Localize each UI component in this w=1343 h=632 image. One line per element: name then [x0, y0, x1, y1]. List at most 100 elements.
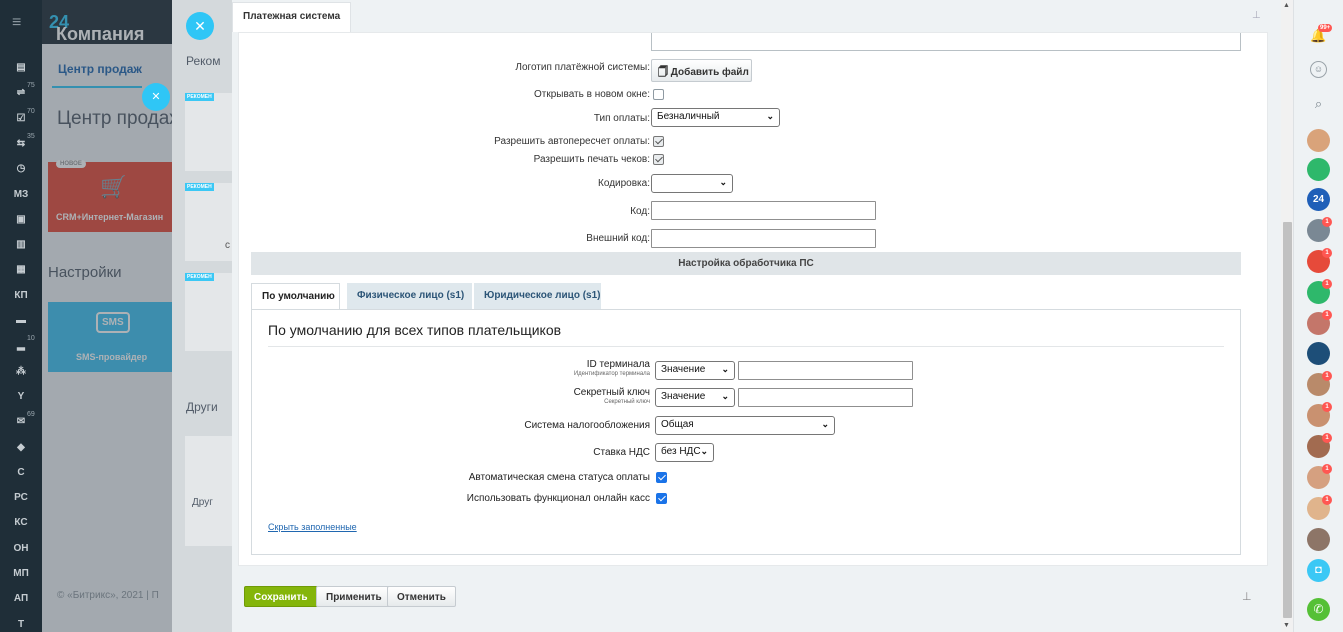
logo-label: Логотип платёжной системы: — [515, 62, 650, 73]
mid-card[interactable]: РЕКОМЕН — [185, 273, 232, 351]
unread-badge: 1 — [1322, 464, 1332, 474]
nav-item-icon[interactable]: Y — [0, 391, 42, 402]
secret-type-select[interactable]: Значение ⌄ — [655, 388, 735, 407]
tab-heading: По умолчанию для всех типов плательщиков — [268, 322, 562, 338]
handler-section-header: Настройка обработчика ПС — [251, 252, 1241, 275]
recalc-checkbox[interactable] — [653, 136, 664, 147]
tax-system-select[interactable]: Общая ⌄ — [655, 416, 835, 435]
avatar-24[interactable]: 24 — [1307, 188, 1330, 211]
avatar[interactable] — [1307, 528, 1330, 551]
description-field[interactable] — [651, 33, 1241, 51]
right-bar: 🔔 99+ ☺ ⌕ 24 1 1 1 1 1 1 1 1 1 ◘ ✆ — [1293, 0, 1343, 632]
nav-item-icon[interactable]: С — [0, 467, 42, 478]
avatar[interactable] — [1307, 158, 1330, 181]
hide-filled-link[interactable]: Скрыть заполненные — [268, 522, 357, 532]
code-input[interactable] — [651, 201, 876, 220]
nav-item-icon[interactable]: ◷ — [0, 163, 42, 174]
nav-counter: 69 — [27, 411, 35, 419]
nav-item-icon[interactable]: ⇌ 75 — [0, 82, 42, 98]
form-card: Логотип платёжной системы: 🗍 Добавить фа… — [238, 32, 1268, 566]
ext-code-input[interactable] — [651, 229, 876, 248]
nav-item-icon[interactable]: ▦ — [0, 264, 42, 275]
notification-badge: 99+ — [1318, 24, 1333, 32]
terminal-type-select[interactable]: Значение ⌄ — [655, 361, 735, 380]
scroll-up-icon[interactable]: ▲ — [1283, 2, 1290, 9]
avatar[interactable] — [1307, 342, 1330, 365]
nav-item-icon[interactable]: РС — [0, 492, 42, 503]
nav-counter: 10 — [27, 335, 35, 343]
nav-item-icon[interactable]: ✉ 69 — [0, 411, 42, 427]
secret-label: Секретный ключ — [573, 387, 650, 398]
nav-item-icon[interactable]: ОН — [0, 543, 42, 554]
secret-input[interactable] — [738, 388, 913, 407]
nav-item-icon[interactable]: КП — [0, 290, 42, 301]
mid-card[interactable]: РЕКОМЕН с — [185, 183, 232, 261]
nav-item-icon[interactable]: КС — [0, 517, 42, 528]
tab-default[interactable]: По умолчанию — [251, 283, 340, 310]
scrollbar-thumb[interactable] — [1283, 222, 1292, 618]
terminal-sublabel: Идентификатор терминала — [573, 371, 650, 377]
save-button[interactable]: Сохранить — [244, 586, 318, 607]
secret-sublabel: Секретный ключ — [604, 399, 650, 405]
nav-item-icon[interactable]: АП — [0, 593, 42, 604]
close-slider-button[interactable]: ✕ — [186, 12, 214, 40]
nav-item-icon[interactable]: ▥ — [0, 239, 42, 250]
tab-content: По умолчанию для всех типов плательщиков… — [251, 309, 1241, 555]
pay-type-label: Тип оплаты: — [593, 113, 650, 124]
vat-select[interactable]: без НДС ⌄ — [655, 443, 714, 462]
tab-legal-entity[interactable]: Юридическое лицо (s1) — [474, 283, 601, 309]
terminal-label: ID терминала — [586, 359, 650, 370]
nav-item-icon[interactable]: ◆ — [0, 442, 42, 453]
open-channel-icon[interactable]: ◘ — [1307, 559, 1330, 582]
ext-code-label: Внешний код: — [586, 233, 650, 244]
cancel-button[interactable]: Отменить — [387, 586, 456, 607]
unread-badge: 1 — [1322, 371, 1332, 381]
pin-icon[interactable]: ⊥ — [1242, 590, 1252, 603]
chevron-down-icon: ⌄ — [719, 177, 727, 187]
pin-icon[interactable]: ⊥ — [1252, 10, 1261, 21]
menu-icon[interactable]: ≡ — [12, 14, 21, 32]
auto-status-checkbox[interactable] — [656, 472, 667, 483]
recalc-label: Разрешить автопересчет оплаты: — [494, 136, 650, 147]
nav-item-icon[interactable]: ⇆ 35 — [0, 133, 42, 149]
chevron-down-icon: ⌄ — [721, 391, 729, 401]
unread-badge: 1 — [1322, 217, 1332, 227]
apply-button[interactable]: Применить — [316, 586, 392, 607]
nav-item-icon[interactable]: МП — [0, 568, 42, 579]
unread-badge: 1 — [1322, 248, 1332, 258]
print-checkbox[interactable] — [653, 154, 664, 165]
nav-item-icon[interactable]: ☑ 70 — [0, 108, 42, 124]
search-icon[interactable]: ⌕ — [1307, 92, 1330, 115]
tab-individual[interactable]: Физическое лицо (s1) — [347, 283, 472, 309]
terminal-input[interactable] — [738, 361, 913, 380]
nav-item-icon[interactable]: ▬ — [0, 315, 42, 326]
nav-item-icon[interactable]: ▣ — [0, 214, 42, 225]
tax-label: Система налогообложения — [524, 420, 650, 431]
avatar[interactable] — [1307, 129, 1330, 152]
chevron-down-icon: ⌄ — [721, 364, 729, 374]
encoding-select[interactable]: ⌄ — [651, 174, 733, 193]
slider-title: Платежная система — [232, 2, 352, 32]
auto-status-label: Автоматическая смена статуса оплаты — [468, 472, 650, 483]
mid-card[interactable] — [185, 436, 232, 546]
pay-type-select[interactable]: Безналичный ⌄ — [651, 108, 780, 127]
scroll-down-icon[interactable]: ▼ — [1283, 622, 1290, 629]
new-window-checkbox[interactable] — [653, 89, 664, 100]
add-file-button[interactable]: 🗍 Добавить файл — [651, 59, 752, 82]
online-kassa-checkbox[interactable] — [656, 493, 667, 504]
chat-icon[interactable]: ☺ — [1310, 61, 1327, 78]
phone-icon[interactable]: ✆ — [1307, 598, 1330, 621]
mid-other-label: Друг — [192, 497, 213, 508]
unread-badge: 1 — [1322, 433, 1332, 443]
unread-badge: 1 — [1322, 402, 1332, 412]
nav-item-icon[interactable]: ▤ — [0, 62, 42, 73]
close-icon[interactable]: ✕ — [142, 83, 170, 111]
nav-item-icon[interactable]: МЗ — [0, 189, 42, 200]
nav-item-icon[interactable]: Т — [0, 619, 42, 630]
left-nav: ≡ ▤ ⇌ 75 ☑ 70 ⇆ 35 ◷ МЗ ▣ ▥ ▦ КП ▬ ▂ 10 ⁂ Y ✉ 69 ◆ С РС КС ОН МП А… — [0, 0, 42, 632]
chevron-down-icon: ⌄ — [700, 446, 708, 456]
divider — [268, 346, 1224, 347]
nav-counter: 75 — [27, 82, 35, 90]
nav-item-icon[interactable]: ⁂ — [0, 366, 42, 377]
nav-item-icon[interactable]: ▂ 10 — [0, 335, 42, 351]
